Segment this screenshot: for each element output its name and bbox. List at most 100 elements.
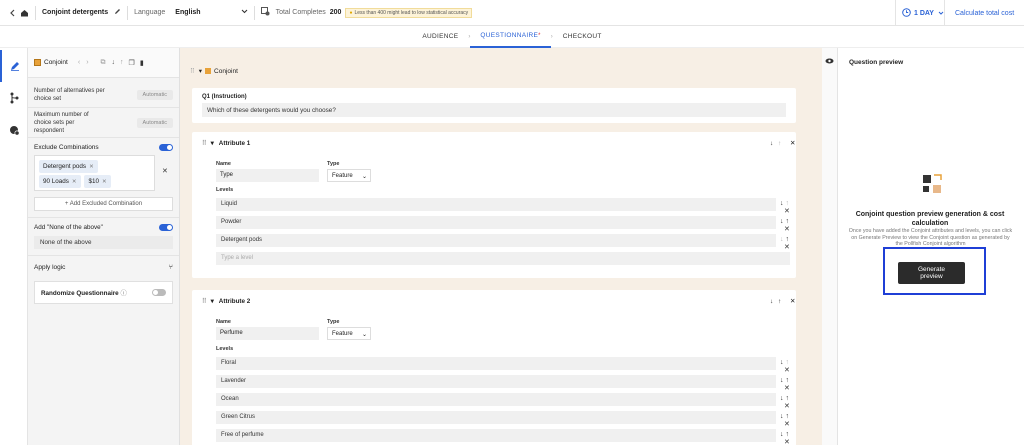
move-up-icon[interactable]: ↑ bbox=[785, 431, 789, 438]
close-icon[interactable]: ✕ bbox=[790, 140, 795, 147]
prev-arrow-icon[interactable]: ‹ bbox=[78, 59, 80, 66]
calculate-cost-link[interactable]: Calculate total cost bbox=[944, 0, 1014, 26]
logic-branch-icon[interactable] bbox=[0, 82, 28, 114]
level-actions: ↓ ↑ ✕ bbox=[780, 236, 796, 251]
attribute-block: ⠿ ▾ Attribute 1 ↓ ↑ ✕ Name Type Type Fea… bbox=[192, 132, 796, 278]
close-icon[interactable]: ✕ bbox=[784, 403, 790, 410]
attribute-type-select[interactable]: Feature ⌄ bbox=[327, 169, 371, 182]
move-up-icon[interactable]: ↑ bbox=[778, 140, 781, 147]
move-up-icon[interactable]: ↑ bbox=[785, 359, 789, 366]
move-down-icon[interactable]: ↓ bbox=[780, 431, 784, 438]
level-input[interactable]: Lavender bbox=[216, 375, 776, 388]
settings-icon[interactable] bbox=[0, 114, 28, 146]
chip-remove-icon[interactable]: ✕ bbox=[102, 179, 107, 185]
move-down-icon[interactable]: ↓ bbox=[112, 59, 116, 66]
move-down-icon[interactable]: ↓ bbox=[780, 377, 784, 384]
chip[interactable]: $10 ✕ bbox=[84, 175, 111, 188]
move-down-icon[interactable]: ↓ bbox=[780, 218, 784, 225]
move-down-icon[interactable]: ↓ bbox=[770, 298, 773, 305]
trash-icon[interactable]: ▮ bbox=[140, 59, 144, 67]
randomize-toggle[interactable] bbox=[152, 289, 166, 296]
next-arrow-icon[interactable]: › bbox=[86, 59, 88, 66]
language-select[interactable]: English bbox=[175, 9, 200, 16]
remove-combination-icon[interactable]: ✕ bbox=[162, 167, 168, 175]
level-input[interactable]: Floral bbox=[216, 357, 776, 370]
move-up-icon[interactable]: ↑ bbox=[785, 413, 789, 420]
none-of-above-toggle[interactable] bbox=[159, 224, 173, 231]
close-icon[interactable]: ✕ bbox=[784, 226, 790, 233]
home-icon[interactable] bbox=[20, 9, 29, 17]
drag-handle-icon[interactable]: ⠿ bbox=[190, 67, 195, 75]
warning-text: Less than 400 might lead to low statisti… bbox=[354, 9, 469, 16]
move-down-icon[interactable]: ↓ bbox=[780, 200, 784, 207]
attribute-name-input[interactable]: Type bbox=[216, 169, 319, 182]
chevron-down-icon[interactable] bbox=[241, 9, 248, 16]
duration-control[interactable]: 1 DAY bbox=[895, 0, 944, 26]
level-input[interactable]: Ocean bbox=[216, 393, 776, 406]
survey-name[interactable]: Conjoint detergents bbox=[42, 9, 108, 16]
attribute-type-select[interactable]: Feature ⌄ bbox=[327, 327, 371, 340]
chip-remove-icon[interactable]: ✕ bbox=[89, 164, 94, 170]
level-input[interactable]: Powder bbox=[216, 216, 776, 229]
none-of-above-input[interactable]: None of the above bbox=[34, 236, 173, 249]
exclude-combinations-toggle[interactable] bbox=[159, 144, 173, 151]
collapse-icon[interactable]: ▾ bbox=[211, 140, 214, 147]
duration-value: 1 DAY bbox=[914, 9, 934, 17]
tab-questionnaire[interactable]: QUESTIONNAIRE * bbox=[470, 26, 551, 48]
info-icon[interactable]: ⓘ bbox=[120, 290, 126, 297]
chip-remove-icon[interactable]: ✕ bbox=[72, 179, 77, 185]
total-completes-label: Total Completes bbox=[275, 9, 326, 16]
close-icon[interactable]: ✕ bbox=[784, 385, 790, 392]
move-down-icon[interactable]: ↓ bbox=[780, 359, 784, 366]
move-down-icon[interactable]: ↓ bbox=[780, 413, 784, 420]
close-icon[interactable]: ✕ bbox=[784, 208, 790, 215]
edit-pencil-icon[interactable] bbox=[114, 8, 121, 17]
level-input[interactable]: Liquid bbox=[216, 198, 776, 211]
generate-preview-button[interactable]: Generate preview bbox=[898, 262, 965, 284]
language-label: Language bbox=[134, 9, 166, 16]
level-input[interactable]: Free of perfume bbox=[216, 429, 776, 442]
close-icon[interactable]: ✕ bbox=[784, 367, 790, 374]
duplicate-icon[interactable]: ⧉ bbox=[101, 59, 106, 67]
level-actions: ↓ ↑ ✕ bbox=[780, 377, 796, 392]
move-up-icon[interactable]: ↑ bbox=[785, 200, 789, 207]
max-sets-select[interactable]: Automatic bbox=[136, 117, 173, 128]
close-icon[interactable]: ✕ bbox=[784, 439, 790, 445]
move-up-icon[interactable]: ↑ bbox=[785, 236, 789, 243]
total-completes-value[interactable]: 200 bbox=[330, 9, 342, 16]
attribute-name-input[interactable]: Perfume bbox=[216, 327, 319, 340]
move-up-icon[interactable]: ↑ bbox=[785, 377, 789, 384]
eye-icon[interactable] bbox=[822, 58, 837, 66]
level-input[interactable]: Detergent pods bbox=[216, 234, 776, 247]
drag-handle-icon[interactable]: ⠿ bbox=[202, 298, 207, 305]
close-icon[interactable]: ✕ bbox=[784, 421, 790, 428]
apply-logic-row[interactable]: Apply logic ⑂ bbox=[28, 255, 179, 279]
move-up-icon[interactable]: ↑ bbox=[778, 298, 781, 305]
drag-handle-icon[interactable]: ⠿ bbox=[202, 140, 207, 147]
move-up-icon[interactable]: ↑ bbox=[785, 218, 789, 225]
collapse-icon[interactable]: ▾ bbox=[199, 67, 202, 75]
question-text-input[interactable]: Which of these detergents would you choo… bbox=[202, 103, 786, 117]
move-up-icon[interactable]: ↑ bbox=[785, 395, 789, 402]
collapse-icon[interactable]: ▾ bbox=[211, 298, 214, 305]
back-icon[interactable] bbox=[10, 9, 16, 17]
add-excluded-combination-button[interactable]: + Add Excluded Combination bbox=[34, 197, 173, 211]
move-down-icon[interactable]: ↓ bbox=[770, 140, 773, 147]
edit-icon[interactable] bbox=[0, 50, 28, 82]
tab-audience[interactable]: AUDIENCE bbox=[412, 26, 468, 48]
alternatives-per-set-select[interactable]: Automatic bbox=[136, 89, 173, 100]
move-down-icon[interactable]: ↓ bbox=[780, 236, 784, 243]
chip[interactable]: 90 Loads ✕ bbox=[39, 175, 81, 188]
settings-panel: Conjoint ‹ › ⧉ ↓ ↑ ❐ ▮ Number of alterna… bbox=[28, 48, 180, 445]
none-of-above-label: Add "None of the above" bbox=[34, 224, 103, 231]
low-accuracy-warning: ● Less than 400 might lead to low statis… bbox=[345, 7, 473, 18]
move-down-icon[interactable]: ↓ bbox=[780, 395, 784, 402]
close-icon[interactable]: ✕ bbox=[790, 298, 795, 305]
chip[interactable]: Detergent pods ✕ bbox=[39, 160, 98, 173]
copy-icon[interactable]: ❐ bbox=[129, 59, 135, 67]
new-level-input[interactable]: Type a level bbox=[216, 252, 790, 265]
tab-checkout[interactable]: CHECKOUT bbox=[553, 26, 612, 48]
close-icon[interactable]: ✕ bbox=[784, 244, 790, 251]
move-up-icon[interactable]: ↑ bbox=[120, 59, 124, 66]
level-input[interactable]: Green Citrus bbox=[216, 411, 776, 424]
